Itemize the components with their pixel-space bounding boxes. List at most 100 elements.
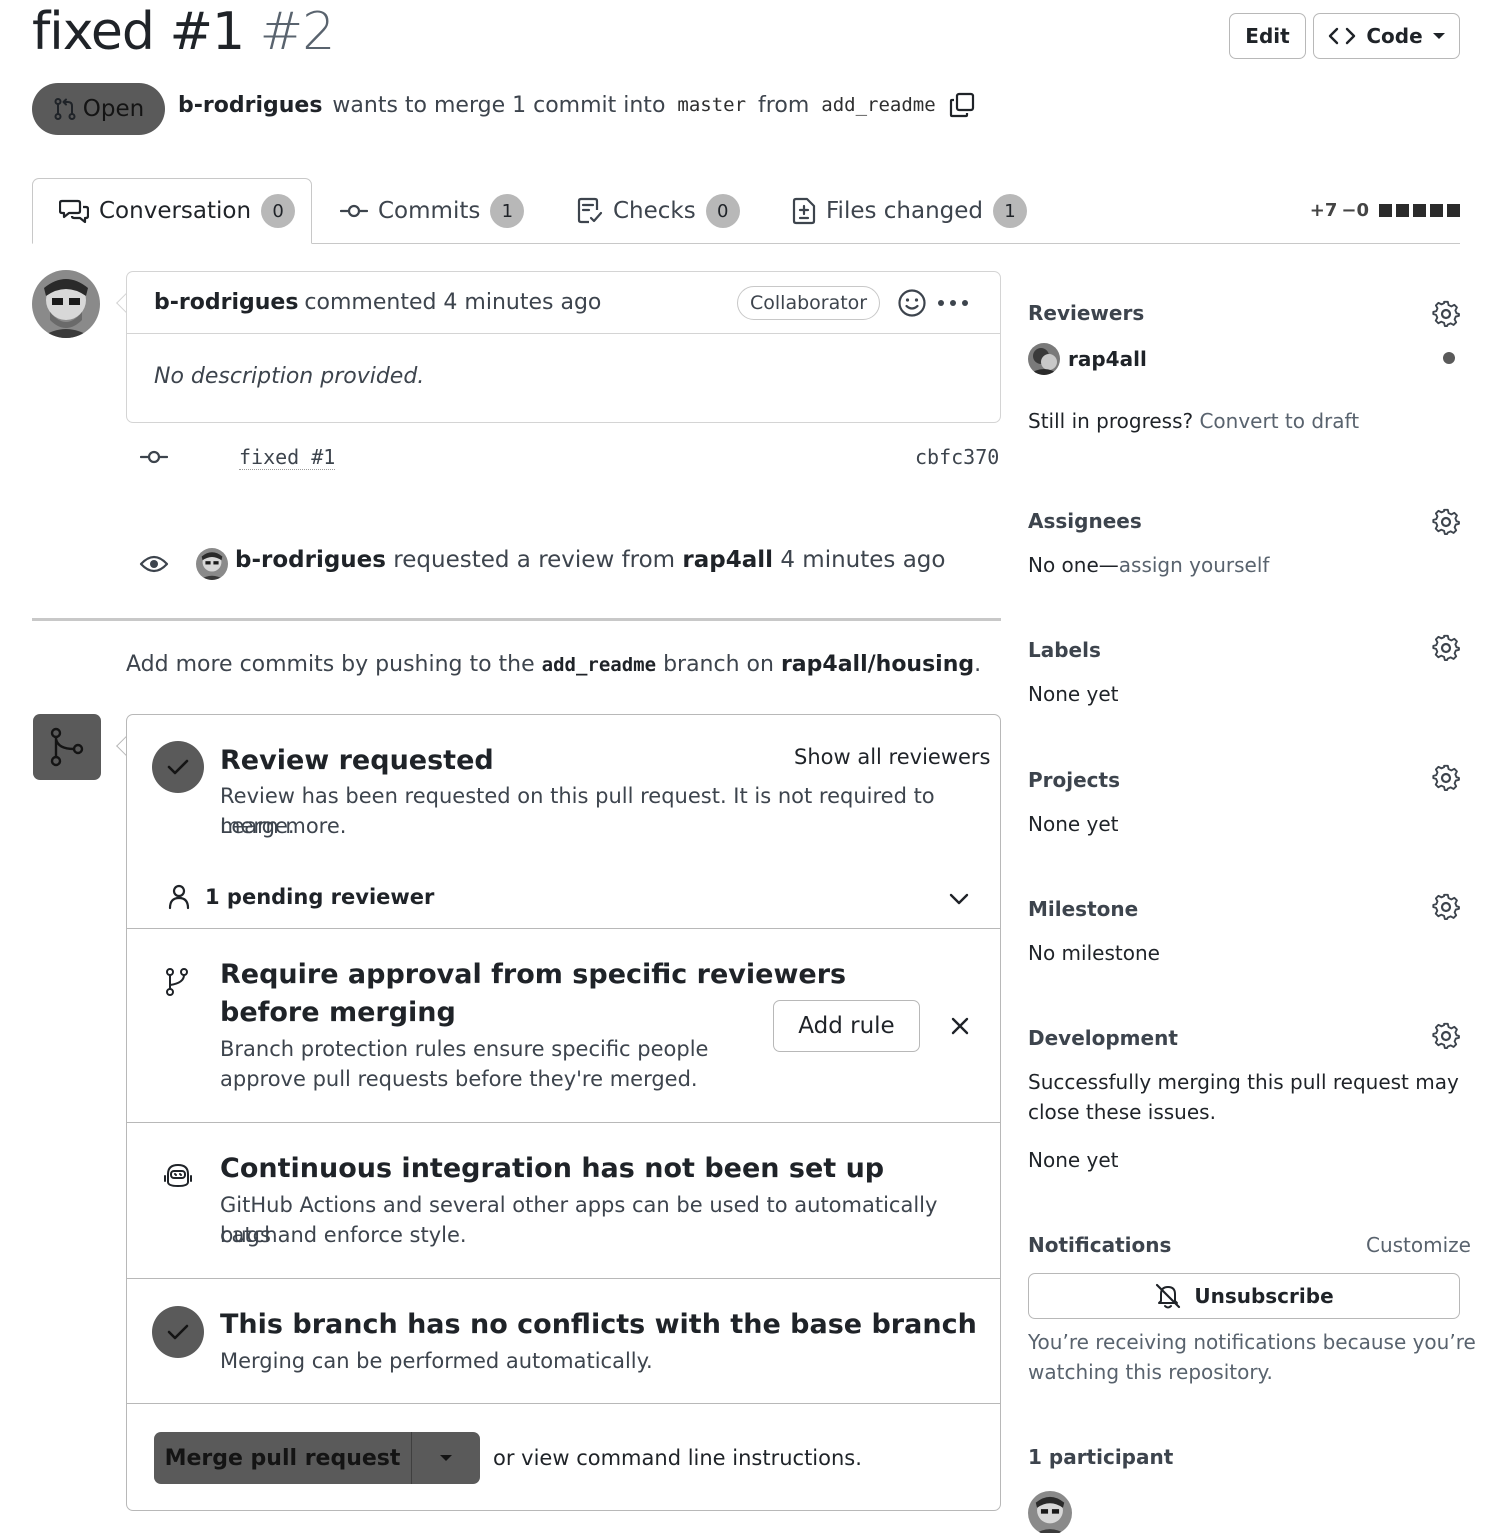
diffstat-block [1430, 204, 1443, 217]
push-note-branch: add_readme [541, 654, 657, 676]
push-note-middle: branch on [663, 652, 774, 677]
merge-info-text: wants to merge 1 commit into [332, 92, 666, 118]
event-reviewer[interactable]: rap4all [682, 547, 773, 573]
eye-icon [139, 555, 169, 573]
check-circle [152, 741, 204, 793]
tab-commits[interactable]: Commits 1 [340, 178, 525, 244]
diffstat-block [1396, 204, 1409, 217]
avatar[interactable] [1028, 1491, 1072, 1533]
avatar[interactable] [196, 548, 228, 580]
review-requested-title: Review requested [220, 745, 494, 776]
tab-checks[interactable]: Checks 0 [577, 178, 740, 244]
tab-files-changed[interactable]: Files changed 1 [792, 178, 1028, 244]
gear-icon[interactable] [1432, 893, 1460, 921]
event-text: requested a review from [393, 547, 676, 573]
pr-title: fixed #1 #2 [32, 2, 335, 62]
development-desc-line1: Successfully merging this pull request m… [1028, 1070, 1459, 1094]
check-icon [167, 759, 189, 775]
tab-conversation-label: Conversation [99, 198, 252, 224]
from-text: from [758, 92, 810, 118]
copy-icon[interactable] [948, 91, 976, 119]
development-desc-line2: close these issues. [1028, 1100, 1216, 1124]
checklist-icon [577, 197, 603, 224]
draft-prefix: Still in progress? [1028, 409, 1194, 433]
cli-instructions-link[interactable]: command line instructions. [576, 1446, 862, 1470]
learn-more-link[interactable]: Learn more. [220, 811, 346, 841]
tab-commits-count: 1 [490, 194, 525, 228]
tab-conversation[interactable]: Conversation 0 [32, 178, 312, 244]
pending-reviewer-count[interactable]: 1 pending reviewer [205, 882, 434, 912]
person-icon [168, 884, 190, 910]
base-branch[interactable]: master [675, 94, 748, 116]
rule-title-line2: before merging [220, 997, 456, 1028]
tab-conversation-count: 0 [261, 194, 296, 228]
head-branch[interactable]: add_readme [819, 94, 937, 116]
push-note-repo-link[interactable]: rap4all/housing [781, 652, 974, 677]
customize-link[interactable]: Customize [1366, 1233, 1471, 1257]
milestone-value: No milestone [1028, 941, 1160, 965]
pr-author-link[interactable]: b-rodrigues [178, 93, 322, 118]
merge-box-divider [127, 1278, 1000, 1279]
reviewers-heading[interactable]: Reviewers [1028, 301, 1144, 325]
notifications-desc-line2: watching this repository. [1028, 1360, 1273, 1384]
show-all-reviewers-link[interactable]: Show all reviewers [794, 742, 991, 772]
gear-icon[interactable] [1432, 1022, 1460, 1050]
unsubscribe-label: Unsubscribe [1194, 1284, 1334, 1308]
event-time: 4 minutes ago [780, 547, 946, 573]
push-note-suffix: . [974, 652, 982, 677]
labels-heading[interactable]: Labels [1028, 638, 1101, 662]
diffstat-added: +7 [1309, 200, 1338, 221]
diffstat-removed: −0 [1341, 200, 1369, 221]
caret-down-icon [440, 1455, 452, 1461]
gear-icon[interactable] [1432, 764, 1460, 792]
commit-message-link[interactable]: fixed #1 [239, 445, 336, 470]
comment-action: commented 4 minutes ago [304, 290, 602, 315]
kebab-horizontal-icon[interactable] [937, 299, 969, 307]
merge-pull-request-button[interactable]: Merge pull request [154, 1432, 412, 1484]
assign-yourself-link[interactable]: assign yourself [1119, 553, 1270, 577]
add-rule-button[interactable]: Add rule [773, 1000, 920, 1052]
tab-files-changed-count: 1 [993, 194, 1028, 228]
projects-heading[interactable]: Projects [1028, 768, 1120, 792]
edit-button[interactable]: Edit [1229, 13, 1306, 59]
comment-discussion-icon [59, 199, 89, 224]
pr-state-label: Open [82, 96, 145, 122]
git-merge-icon [50, 727, 84, 767]
push-note-prefix: Add more commits by pushing to the [126, 652, 535, 677]
file-diff-icon [792, 197, 816, 225]
gear-icon[interactable] [1432, 634, 1460, 662]
draft-note: Still in progress? Convert to draft [1028, 409, 1359, 433]
assignees-heading[interactable]: Assignees [1028, 509, 1142, 533]
gear-icon[interactable] [1432, 300, 1460, 328]
chevron-down-icon[interactable] [949, 892, 969, 906]
rule-desc-line2: approve pull requests before they're mer… [220, 1067, 698, 1091]
gear-icon[interactable] [1432, 508, 1460, 536]
merge-method-dropdown[interactable] [412, 1432, 480, 1484]
merge-box-divider [127, 1122, 1000, 1123]
cli-prefix: or view [493, 1446, 570, 1470]
ci-title: Continuous integration has not been set … [220, 1153, 885, 1184]
tab-checks-count: 0 [705, 194, 740, 228]
reviewer-name[interactable]: rap4all [1068, 347, 1147, 371]
milestone-heading[interactable]: Milestone [1028, 897, 1138, 921]
development-heading[interactable]: Development [1028, 1026, 1178, 1050]
avatar[interactable] [1028, 343, 1060, 375]
check-circle [152, 1306, 204, 1358]
comment-author[interactable]: b-rodrigues [154, 290, 298, 315]
smiley-icon[interactable] [897, 288, 927, 318]
assignees-value: No one—assign yourself [1028, 553, 1269, 577]
unsubscribe-button[interactable]: Unsubscribe [1028, 1273, 1460, 1319]
merge-box-divider [127, 928, 1000, 929]
rule-desc-line1: Branch protection rules ensure specific … [220, 1037, 709, 1061]
event-actor[interactable]: b-rodrigues [235, 547, 386, 573]
close-icon[interactable] [951, 1017, 969, 1035]
merge-status-icon-box [33, 714, 101, 780]
tab-commits-label: Commits [378, 198, 481, 224]
notifications-heading: Notifications [1028, 1233, 1172, 1257]
code-button[interactable]: Code [1313, 13, 1460, 59]
copilot-icon [164, 1163, 192, 1188]
commit-sha-link[interactable]: cbfc370 [915, 445, 999, 469]
avatar[interactable] [32, 270, 100, 338]
convert-to-draft-link[interactable]: Convert to draft [1199, 409, 1359, 433]
diffstat: +7 −0 [1310, 200, 1460, 221]
